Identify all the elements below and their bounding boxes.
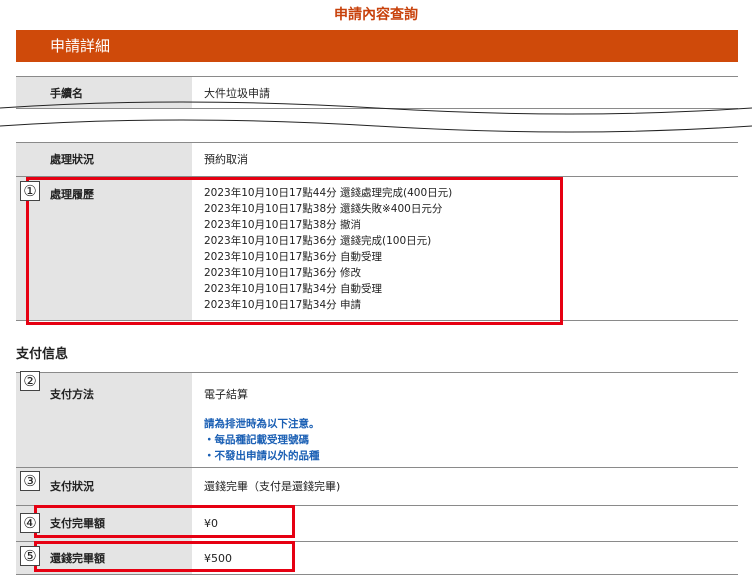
marker-1: ① <box>20 181 40 201</box>
payment-status-label: 支付狀況 <box>16 468 192 505</box>
wavy-break-line-bottom <box>0 119 752 133</box>
row-payment-status: 支付狀況 還錢完畢（支付是還錢完畢) <box>16 467 738 505</box>
page-title: 申請內容查詢 <box>334 7 418 23</box>
payment-method-cell: 電子結算 請為排泄時為以下注意。 ・每品種記載受理號碼 ・不發出申請以外的品種 <box>192 373 738 467</box>
payment-status-value: 還錢完畢（支付是還錢完畢) <box>204 480 341 493</box>
payment-notes: 請為排泄時為以下注意。 ・每品種記載受理號碼 ・不發出申請以外的品種 <box>204 416 738 464</box>
processing-status-value: 預約取消 <box>204 153 248 166</box>
payment-section-heading: 支付信息 <box>16 347 69 362</box>
section-header-details: 申請詳細 <box>16 30 738 62</box>
payment-note: ・不發出申請以外的品種 <box>204 450 320 462</box>
marker-3: ③ <box>20 471 40 491</box>
marker-4: ④ <box>20 513 40 533</box>
processing-status-label: 處理狀況 <box>16 143 192 176</box>
payment-method-value: 電子結算 <box>204 388 248 401</box>
payment-method-label: 支付方法 <box>16 373 192 467</box>
marker-2: ② <box>20 371 40 391</box>
row-processing-status: 處理狀況 預約取消 <box>16 142 738 176</box>
highlight-box-history <box>26 177 563 325</box>
highlight-box-paid-amount <box>34 505 295 538</box>
highlight-box-refund-amount <box>34 541 295 572</box>
wavy-break-line-top <box>0 101 752 115</box>
payment-note: 請為排泄時為以下注意。 <box>204 418 320 430</box>
payment-note: ・每品種記載受理號碼 <box>204 434 309 446</box>
marker-5: ⑤ <box>20 546 40 566</box>
row-payment-method: 支付方法 電子結算 請為排泄時為以下注意。 ・每品種記載受理號碼 ・不發出申請以… <box>16 372 738 467</box>
